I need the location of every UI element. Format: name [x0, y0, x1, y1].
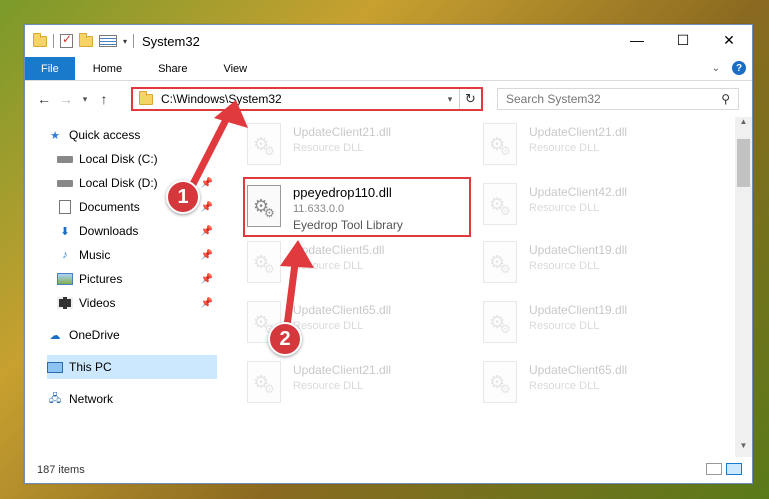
step-2-arrowhead: [280, 240, 314, 268]
step-1-arrowhead: [214, 100, 248, 128]
step-1-badge: 1: [166, 180, 200, 214]
annotation-arrows: [186, 100, 314, 338]
step-2-badge: 2: [268, 322, 302, 356]
